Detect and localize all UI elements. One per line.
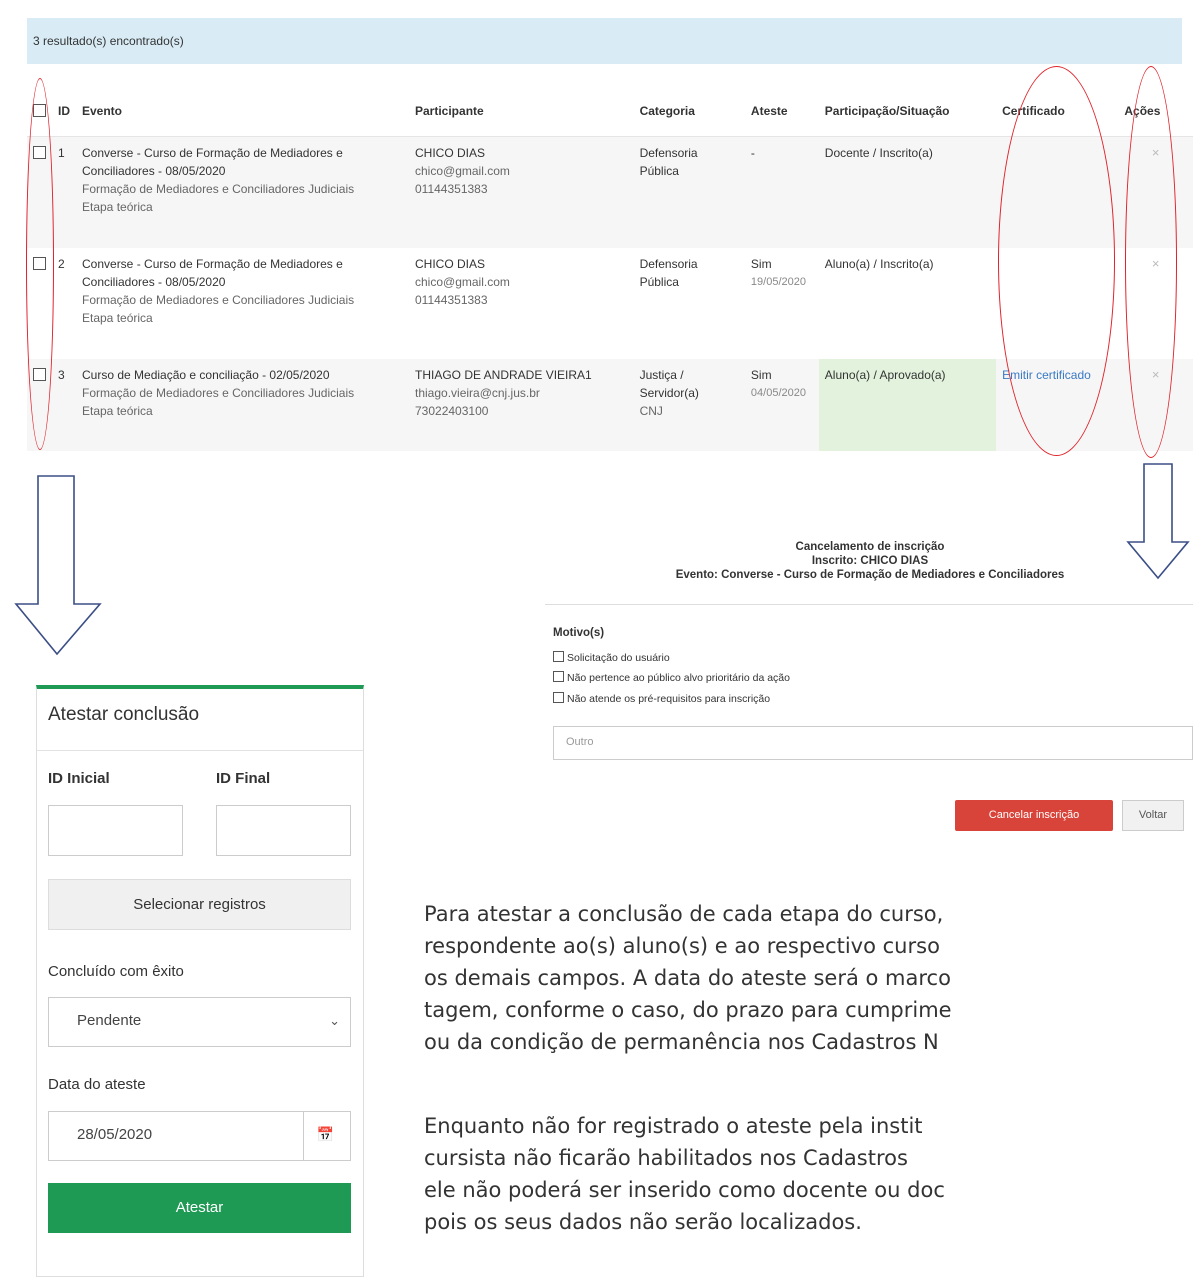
chevron-down-icon: ⌄ [329,1013,340,1028]
row-situacao: Docente / Inscrito(a) [818,136,997,248]
participante-nome: CHICO DIAS [415,256,486,271]
row-ateste: Sim 04/05/2020 [744,358,819,451]
concluido-value: Pendente [77,1012,142,1029]
evento-name: Curso de Mediação e conciliação - 02/05/… [82,367,330,382]
atestar-button[interactable]: Atestar [48,1183,351,1233]
cancel-modal-evento: Evento: Converse - Curso de Formação de … [675,569,1065,581]
cancel-modal-inscrito: Inscrito: CHICO DIAS [811,555,929,567]
motivo-option[interactable]: Não pertence ao público alvo prioritário… [553,671,790,684]
annotation-oval-certificado [998,66,1115,456]
row-participante: CHICO DIAS chico@gmail.com 01144351383 [409,136,634,248]
id-final-label: ID Final [216,770,271,787]
row-categoria: Defensoria Pública [639,256,698,289]
row-id: 3 [52,358,76,451]
ateste-date: 04/05/2020 [750,386,806,399]
row-evento: Curso de Mediação e conciliação - 02/05/… [76,358,409,451]
divider [37,750,363,751]
evento-formacao: Formação de Mediadores e Conciliadores J… [82,182,355,196]
data-ateste-value: 28/05/2020 [77,1126,153,1143]
cancel-modal-header: Cancelamento de inscrição Inscrito: CHIC… [540,540,1193,582]
participante-nome: THIAGO DE ANDRADE VIEIRA1 [415,367,592,382]
row-participante: THIAGO DE ANDRADE VIEIRA1 thiago.vieira@… [409,358,634,451]
voltar-button[interactable]: Voltar [1122,800,1184,831]
concluido-label: Concluído com êxito [48,963,184,980]
row-id: 2 [58,256,65,271]
motivo-checkbox[interactable] [553,692,564,703]
row-categoria: Defensoria Pública [633,136,745,248]
row-ateste: - [744,136,819,248]
evento-name: Converse - Curso de Formação de Mediador… [82,256,343,289]
row-ateste: Sim 19/05/2020 [745,248,819,359]
panel-title: Atestar conclusão [48,704,200,725]
divider [303,1112,304,1160]
evento-name: Converse - Curso de Formação de Mediador… [82,146,343,178]
evento-formacao: Formação de Mediadores e Conciliadores J… [82,292,355,307]
id-inicial-label: ID Inicial [48,770,110,787]
participante-cpf: 01144351383 [415,292,488,307]
arrow-down-icon [14,475,102,656]
col-participacao[interactable]: Participação/Situação [818,86,997,137]
categoria-value: Justiça / Servidor(a) [639,367,699,400]
row-situacao: Aluno(a) / Inscrito(a) [824,256,934,271]
row-situacao: Aluno(a) / Aprovado(a) [818,358,997,451]
instructions-paragraph-1: Para atestar a conclusão de cada etapa d… [424,902,952,1054]
cancel-modal-title: Cancelamento de inscrição [795,541,945,553]
row-categoria: Justiça / Servidor(a) CNJ [633,358,745,451]
participante-email: thiago.vieira@cnj.jus.br [415,385,540,400]
divider [545,604,1193,605]
outro-input[interactable]: Outro [553,726,1193,760]
ateste-date: 19/05/2020 [750,275,806,288]
row-id: 1 [52,136,76,248]
cancelar-inscricao-button[interactable]: Cancelar inscrição [955,800,1113,831]
participante-cpf: 01144351383 [415,182,488,196]
selecionar-registros-button[interactable]: Selecionar registros [48,879,351,930]
data-ateste-label: Data do ateste [48,1076,146,1093]
evento-formacao: Formação de Mediadores e Conciliadores J… [82,385,355,400]
calendar-icon[interactable]: 📅 [317,1126,334,1143]
evento-etapa: Etapa teórica [82,310,153,325]
row-evento: Converse - Curso de Formação de Mediador… [76,248,409,359]
evento-etapa: Etapa teórica [82,200,153,214]
motivo-option[interactable]: Solicitação do usuário [553,651,670,664]
annotation-oval-acoes [1125,66,1177,458]
annotation-oval-checkboxes [26,78,54,450]
row-participante: CHICO DIAS chico@gmail.com 01144351383 [409,248,634,359]
col-ateste[interactable]: Ateste [744,86,819,137]
ateste-value: Sim [750,256,772,271]
motivo-option[interactable]: Não atende os pré-requisitos para inscri… [553,692,770,705]
instructions-paragraph-2: Enquanto não for registrado o ateste pel… [424,1114,945,1234]
participante-nome: CHICO DIAS [415,146,486,160]
row-evento: Converse - Curso de Formação de Mediador… [76,136,409,248]
results-count: 3 resultado(s) encontrado(s) [27,18,1182,64]
participante-cpf: 73022403100 [415,403,489,418]
col-participante[interactable]: Participante [409,86,634,137]
participante-email: chico@gmail.com [415,274,510,289]
col-categoria[interactable]: Categoria [633,86,745,137]
motivo-label: Motivo(s) [553,627,605,639]
motivo-checkbox[interactable] [553,671,564,682]
col-id[interactable]: ID [52,86,76,137]
categoria-org: CNJ [639,403,663,418]
evento-etapa: Etapa teórica [82,403,153,418]
data-ateste-input[interactable]: 28/05/2020 📅 [48,1111,351,1161]
id-inicial-input[interactable] [48,805,183,856]
col-evento[interactable]: Evento [76,86,409,137]
participante-email: chico@gmail.com [415,164,510,178]
id-final-input[interactable] [216,805,351,856]
ateste-value: - [750,146,755,160]
ateste-value: Sim [750,367,772,382]
concluido-select[interactable]: Pendente ⌄ [48,997,351,1047]
motivo-checkbox[interactable] [553,651,564,662]
